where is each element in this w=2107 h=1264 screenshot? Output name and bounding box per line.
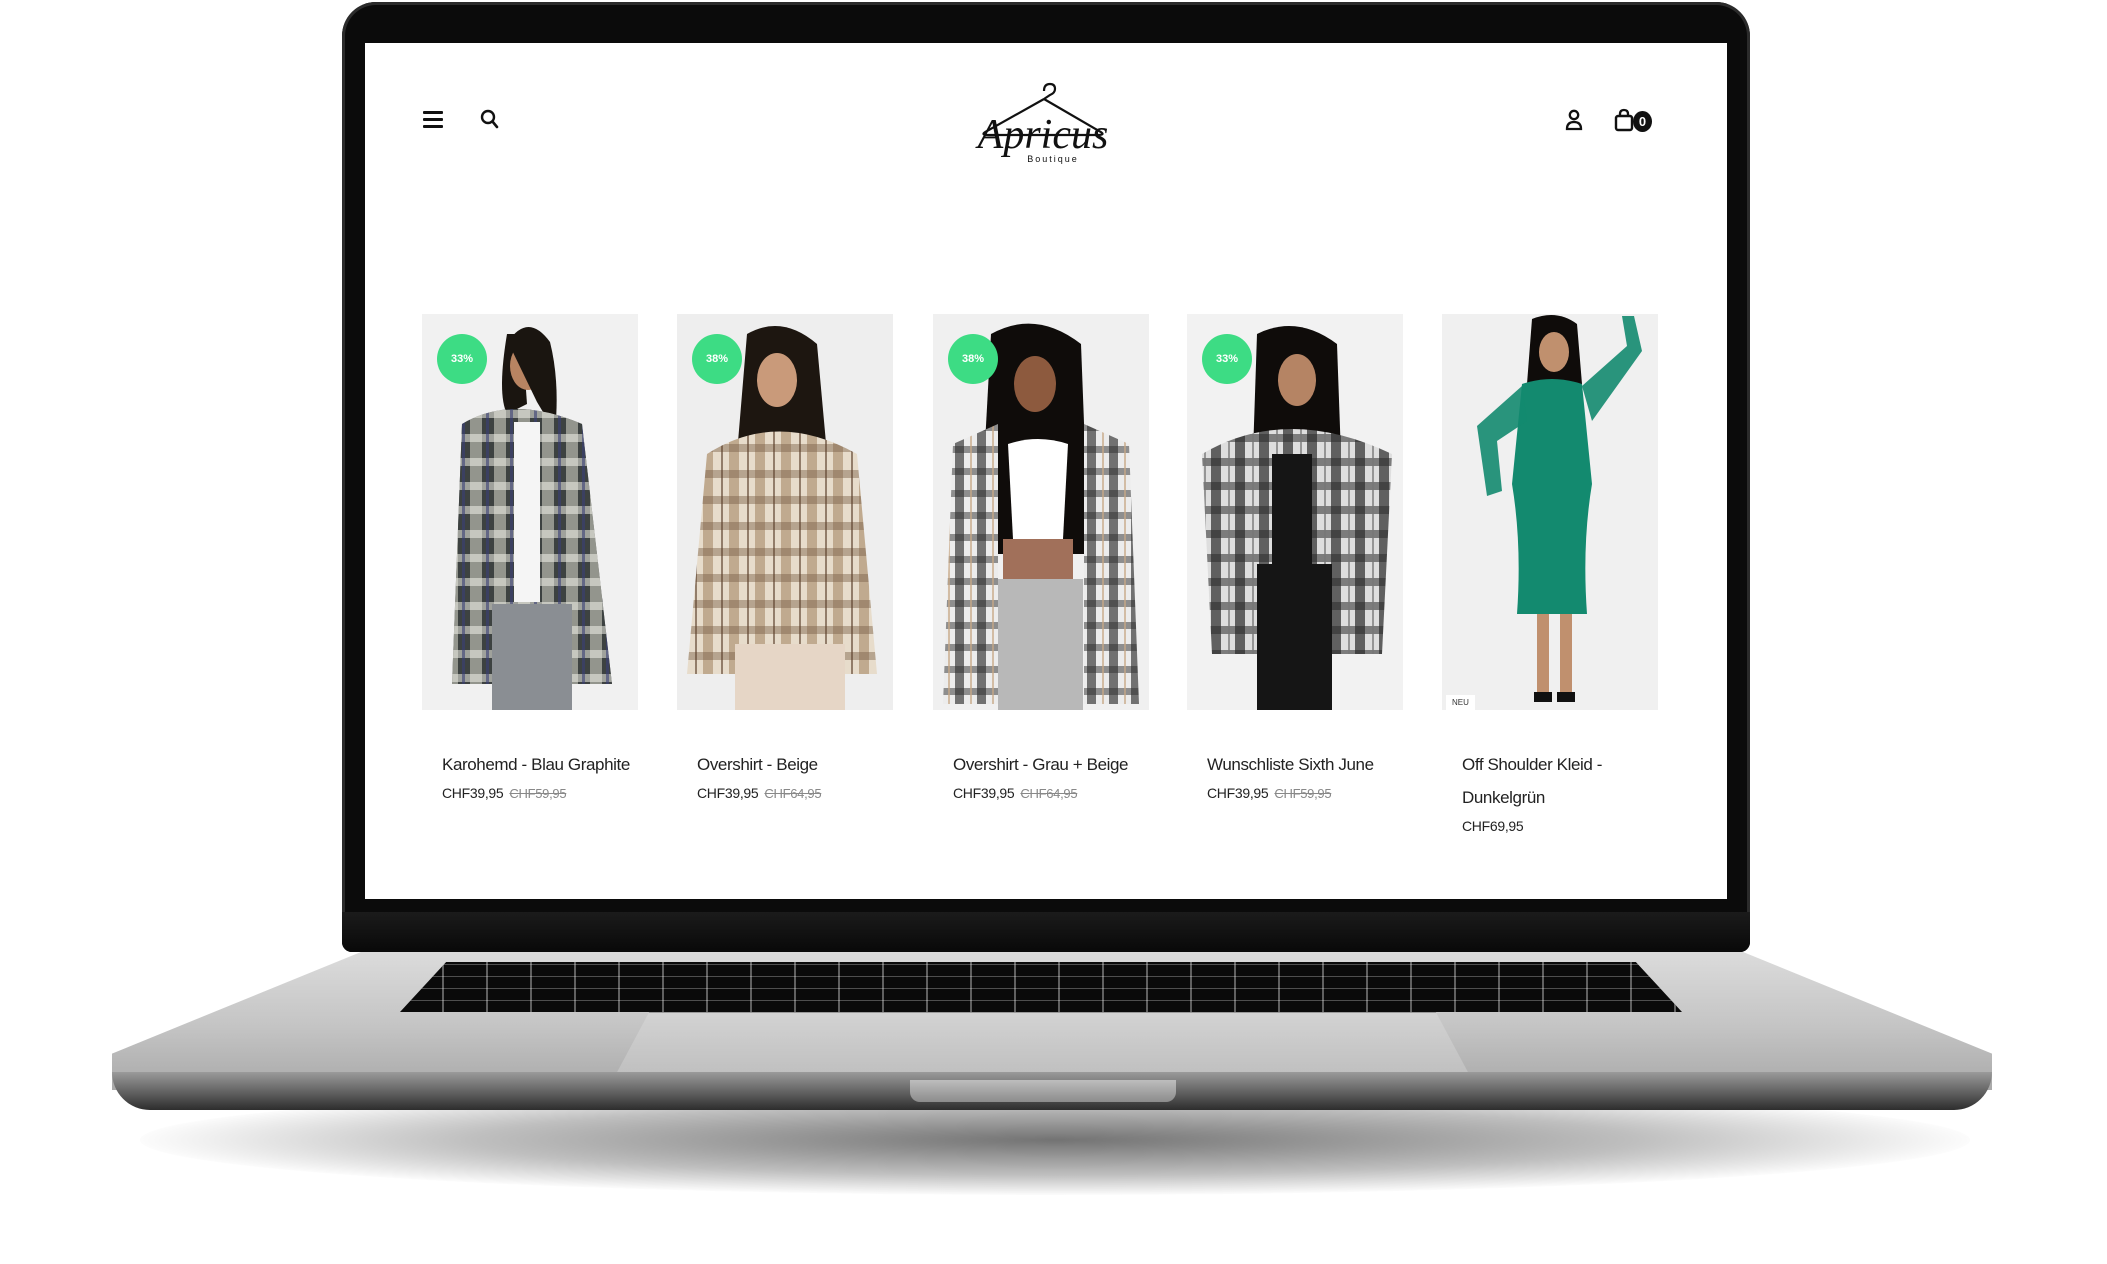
discount-badge: 38% [692, 334, 742, 384]
site-header: Apricus Boutique 0 [365, 43, 1727, 164]
sale-price: CHF69,95 [1462, 818, 1524, 834]
discount-badge: 33% [437, 334, 487, 384]
logo-subtext: Boutique [1027, 154, 1079, 164]
product-image[interactable]: NEU [1442, 314, 1658, 710]
product-name[interactable]: Overshirt - Beige [697, 748, 887, 781]
discount-badge: 38% [948, 334, 998, 384]
price-row: CHF39,95 CHF64,95 [953, 785, 1149, 801]
sale-price: CHF39,95 [442, 785, 504, 801]
laptop-bezel-chin [342, 912, 1750, 952]
search-icon[interactable] [480, 109, 500, 131]
product-image[interactable]: 33% [1187, 314, 1403, 710]
laptop-notch [910, 1080, 1176, 1102]
original-price: CHF59,95 [509, 786, 567, 801]
logo-text: Apricus [975, 112, 1109, 158]
price-row: CHF39,95 CHF59,95 [442, 785, 638, 801]
product-card[interactable]: 33% Karohemd - Blau Graphite CHF39,95 CH… [422, 314, 638, 801]
price-row: CHF39,95 CHF64,95 [697, 785, 893, 801]
original-price: CHF64,95 [1020, 786, 1078, 801]
sale-price: CHF39,95 [953, 785, 1015, 801]
product-image[interactable]: 38% [677, 314, 893, 710]
new-badge: NEU [1446, 695, 1475, 710]
product-name[interactable]: Karohemd - Blau Graphite [442, 748, 632, 781]
laptop-trackpad [615, 1012, 1470, 1076]
laptop-screen: Apricus Boutique 0 33% Karohemd - Blau G… [365, 43, 1727, 899]
product-card[interactable]: NEU Off Shoulder Kleid - Dunkelgrün CHF6… [1442, 314, 1658, 834]
price-row: CHF69,95 [1462, 818, 1658, 834]
price-row: CHF39,95 CHF59,95 [1207, 785, 1403, 801]
product-image[interactable]: 38% [933, 314, 1149, 710]
product-name[interactable]: Wunschliste Sixth June [1207, 748, 1397, 781]
laptop-keyboard [400, 962, 1682, 1012]
sale-price: CHF39,95 [1207, 785, 1269, 801]
original-price: CHF64,95 [764, 786, 822, 801]
product-card[interactable]: 38% Overshirt - Beige CHF39,95 CHF64,95 [677, 314, 893, 801]
cart-count-badge[interactable]: 0 [1633, 111, 1652, 132]
hamburger-icon[interactable] [423, 111, 443, 128]
original-price: CHF59,95 [1274, 786, 1332, 801]
product-name[interactable]: Off Shoulder Kleid - Dunkelgrün [1462, 748, 1652, 814]
product-card[interactable]: 38% Overshirt - Grau + Beige CHF39,95 CH… [933, 314, 1149, 801]
brand-logo[interactable]: Apricus Boutique [969, 73, 1119, 173]
product-name[interactable]: Overshirt - Grau + Beige [953, 748, 1143, 781]
discount-badge: 33% [1202, 334, 1252, 384]
shopping-bag-icon[interactable] [1614, 108, 1634, 132]
product-card[interactable]: 33% Wunschliste Sixth June CHF39,95 CHF5… [1187, 314, 1403, 801]
sale-price: CHF39,95 [697, 785, 759, 801]
product-image[interactable]: 33% [422, 314, 638, 710]
user-icon[interactable] [1565, 109, 1583, 131]
